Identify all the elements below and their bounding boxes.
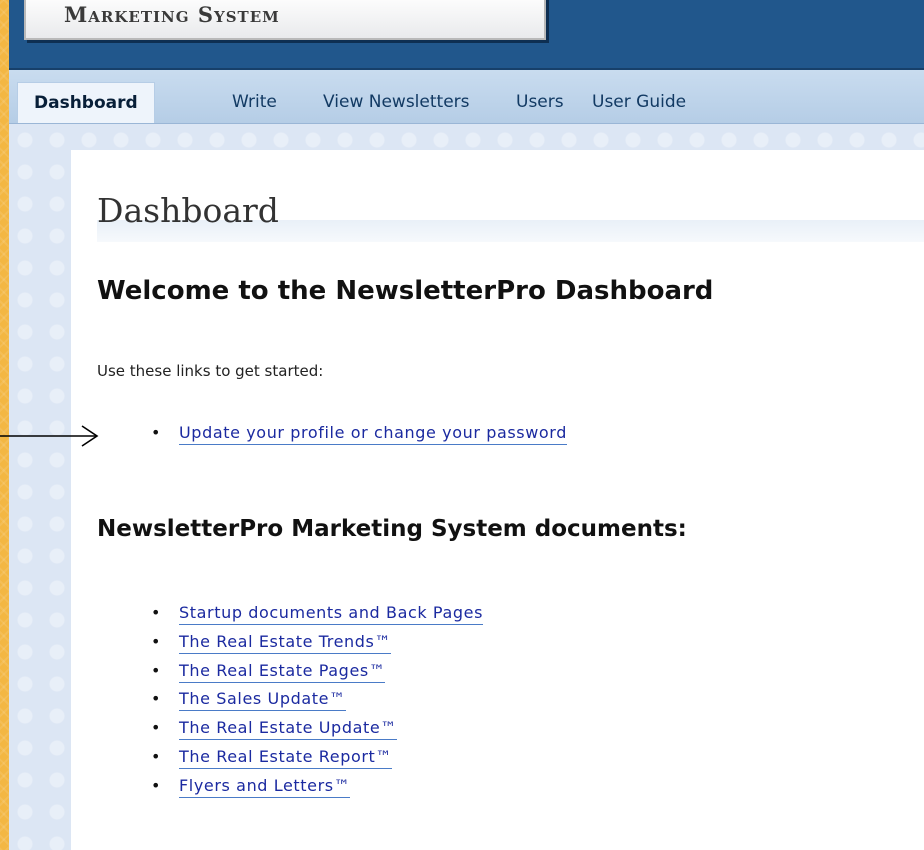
list-item: • The Sales Update™ <box>151 686 483 715</box>
bullet-icon: • <box>151 423 161 442</box>
list-item: • The Real Estate Pages™ <box>151 658 483 687</box>
list-item: • The Real Estate Trends™ <box>151 629 483 658</box>
documents-heading: NewsletterPro Marketing System documents… <box>97 516 687 542</box>
update-profile-link[interactable]: Update your profile or change your passw… <box>179 423 567 445</box>
bullet-icon: • <box>151 660 161 680</box>
intro-text: Use these links to get started: <box>97 362 324 380</box>
doc-link-real-estate-trends[interactable]: The Real Estate Trends™ <box>179 631 392 654</box>
welcome-heading: Welcome to the NewsletterPro Dashboard <box>97 276 714 306</box>
site-logo[interactable]: Marketing System <box>24 0 546 40</box>
right-arrow-icon <box>0 425 99 447</box>
list-item: • The Real Estate Update™ <box>151 715 483 744</box>
list-item: • Startup documents and Back Pages <box>151 600 484 629</box>
nav-tab-user-guide[interactable]: User Guide <box>578 84 700 120</box>
nav-tab-users[interactable]: Users <box>502 84 578 120</box>
bullet-icon: • <box>151 718 161 738</box>
bullet-icon: • <box>151 746 161 766</box>
nav-tab-dashboard[interactable]: Dashboard <box>17 82 155 123</box>
doc-link-sales-update[interactable]: The Sales Update™ <box>179 689 346 712</box>
main-content: Dashboard Welcome to the NewsletterPro D… <box>71 150 924 850</box>
browser-screen: Marketing System Dashboard Write View Ne… <box>9 0 924 850</box>
bullet-icon: • <box>151 689 161 709</box>
doc-link-flyers-letters[interactable]: Flyers and Letters™ <box>179 775 351 798</box>
bullet-icon: • <box>151 775 161 795</box>
nav-tab-view-newsletters[interactable]: View Newsletters <box>309 84 484 120</box>
header-bar: Marketing System <box>9 0 924 70</box>
bullet-icon: • <box>151 631 161 651</box>
nav-tab-write[interactable]: Write <box>218 84 291 120</box>
bullet-icon: • <box>151 603 161 622</box>
list-item: • The Real Estate Report™ <box>151 744 483 773</box>
list-item: • Update your profile or change your pas… <box>151 420 567 449</box>
doc-link-real-estate-report[interactable]: The Real Estate Report™ <box>179 746 392 769</box>
doc-link-real-estate-update[interactable]: The Real Estate Update™ <box>179 718 397 741</box>
documents-list: • Startup documents and Back Pages • The R… <box>151 600 484 802</box>
page-title: Dashboard <box>97 191 279 230</box>
doc-link-real-estate-pages[interactable]: The Real Estate Pages™ <box>179 660 386 683</box>
logo-text: Marketing System <box>64 2 280 27</box>
list-item: • Flyers and Letters™ <box>151 773 483 802</box>
getting-started-list: • Update your profile or change your pas… <box>151 420 567 449</box>
doc-link-startup[interactable]: Startup documents and Back Pages <box>179 603 484 625</box>
